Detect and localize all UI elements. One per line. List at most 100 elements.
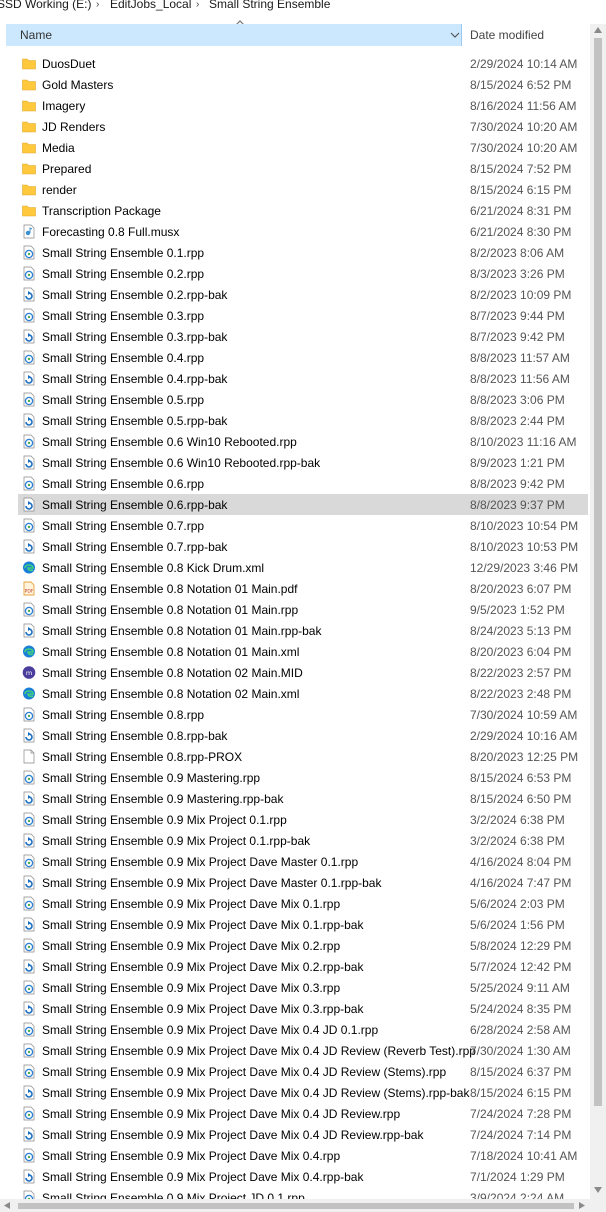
file-row[interactable]: Small String Ensemble 0.5.rpp 8/8/2023 3:… [18,389,588,410]
scroll-left-arrow-icon[interactable] [3,1201,11,1210]
file-row[interactable]: DuosDuet 2/29/2024 10:14 AM [18,53,588,74]
file-row[interactable]: Small String Ensemble 0.8 Notation 01 Ma… [18,620,588,641]
file-date-modified: 8/3/2023 3:26 PM [470,267,565,281]
reaper-backup-icon [22,1169,36,1184]
horizontal-scrollbar[interactable] [0,1199,590,1212]
file-date-modified: 6/21/2024 8:30 PM [470,225,572,239]
file-row[interactable]: Small String Ensemble 0.6 Win10 Rebooted… [18,431,588,452]
file-date-modified: 8/2/2023 8:06 AM [470,246,565,260]
file-name: Small String Ensemble 0.8 Notation 01 Ma… [42,582,298,596]
reaper-project-icon [22,854,36,869]
file-row[interactable]: m Small String Ensemble 0.8 Notation 02 M… [18,662,588,683]
file-date-modified: 9/5/2023 1:52 PM [470,603,565,617]
file-row[interactable]: Small String Ensemble 0.7.rpp-bak 8/10/20… [18,536,588,557]
file-date-modified: 8/10/2023 10:54 PM [470,519,579,533]
file-row[interactable]: Small String Ensemble 0.9 Mix Project Da… [18,1040,588,1061]
breadcrumb-item-current-folder[interactable]: Small String Ensemble [209,0,330,10]
file-name: Small String Ensemble 0.4.rpp-bak [42,372,228,386]
file-name: Small String Ensemble 0.3.rpp [42,309,205,323]
file-row[interactable]: Small String Ensemble 0.9 Mix Project 0.… [18,809,588,830]
file-row[interactable]: Small String Ensemble 0.9 Mix Project Da… [18,851,588,872]
column-header-date-modified[interactable]: Date modified [470,28,544,42]
file-name: Small String Ensemble 0.9 Mix Project Da… [42,1107,401,1121]
file-row[interactable]: Small String Ensemble 0.8 Kick Drum.xml 1… [18,557,588,578]
file-row[interactable]: Small String Ensemble 0.9 Mastering.rpp 8… [18,767,588,788]
file-row[interactable]: Small String Ensemble 0.8 Notation 01 Ma… [18,641,588,662]
file-row[interactable]: Transcription Package 6/21/2024 8:31 PM [18,200,588,221]
file-row[interactable]: Small String Ensemble 0.9 Mix Project Da… [18,998,588,1019]
file-row[interactable]: Small String Ensemble 0.3.rpp-bak 8/7/202… [18,326,588,347]
file-row[interactable]: Small String Ensemble 0.9 Mix Project Da… [18,977,588,998]
file-date-modified: 4/16/2024 8:04 PM [470,855,572,869]
column-header-name[interactable]: Name [6,24,462,46]
file-row[interactable]: Small String Ensemble 0.8.rpp 7/30/2024 1… [18,704,588,725]
file-row[interactable]: Small String Ensemble 0.9 Mix Project Da… [18,1019,588,1040]
file-row[interactable]: Small String Ensemble 0.8 Notation 01 Ma… [18,599,588,620]
file-row[interactable]: Small String Ensemble 0.9 Mix Project Da… [18,1166,588,1187]
file-row[interactable]: Small String Ensemble 0.9 Mix Project Da… [18,935,588,956]
file-row[interactable]: Small String Ensemble 0.6.rpp 8/8/2023 9:… [18,473,588,494]
file-row[interactable]: Small String Ensemble 0.8.rpp-bak 2/29/20… [18,725,588,746]
folder-icon [22,119,36,134]
file-row[interactable]: Small String Ensemble 0.9 Mastering.rpp-… [18,788,588,809]
file-row[interactable]: Gold Masters 8/15/2024 6:52 PM [18,74,588,95]
breadcrumb-item-drive[interactable]: SSD Working (E:) [0,0,91,10]
file-row[interactable]: Small String Ensemble 0.7.rpp 8/10/2023 1… [18,515,588,536]
scroll-right-arrow-icon[interactable] [578,1201,586,1210]
file-row[interactable]: Small String Ensemble 0.9 Mix Project Da… [18,1103,588,1124]
file-name: Small String Ensemble 0.6.rpp-bak [42,498,228,512]
file-row[interactable]: Small String Ensemble 0.9 Mix Project Da… [18,1061,588,1082]
file-row[interactable]: Small String Ensemble 0.9 Mix Project Da… [18,872,588,893]
chevron-down-icon[interactable] [450,31,460,39]
file-row[interactable]: Small String Ensemble 0.6.rpp-bak 8/8/202… [18,494,588,515]
column-header-name-label: Name [20,28,53,42]
file-row[interactable]: Small String Ensemble 0.9 Mix Project Da… [18,914,588,935]
file-date-modified: 8/15/2024 7:52 PM [470,162,572,176]
file-row[interactable]: Small String Ensemble 0.8 Notation 02 Ma… [18,683,588,704]
file-row[interactable]: Small String Ensemble 0.9 Mix Project Da… [18,1124,588,1145]
file-row[interactable]: Small String Ensemble 0.9 Mix Project Da… [18,893,588,914]
file-row[interactable]: Small String Ensemble 0.9 Mix Project Da… [18,1145,588,1166]
file-row[interactable]: Small String Ensemble 0.2.rpp 8/3/2023 3:… [18,263,588,284]
file-row[interactable]: Imagery 8/16/2024 11:56 AM [18,95,588,116]
file-row[interactable]: Small String Ensemble 0.8.rpp-PROX 8/20/2… [18,746,588,767]
breadcrumb-item-editjobs[interactable]: EditJobs_Local [110,0,191,10]
file-name: Transcription Package [42,204,161,218]
file-row[interactable]: Small String Ensemble 0.6 Win10 Rebooted… [18,452,588,473]
file-date-modified: 8/20/2023 12:25 PM [470,750,579,764]
file-name: Small String Ensemble 0.6 Win10 Rebooted… [42,456,321,470]
folder-icon [22,161,36,176]
file-row[interactable]: Small String Ensemble 0.2.rpp-bak 8/2/202… [18,284,588,305]
file-row[interactable]: PDF Small String Ensemble 0.8 Notation 01… [18,578,588,599]
file-row[interactable]: Media 7/30/2024 10:20 AM [18,137,588,158]
file-row[interactable]: Prepared 8/15/2024 7:52 PM [18,158,588,179]
vertical-scrollbar[interactable] [590,24,606,1200]
file-row[interactable]: Small String Ensemble 0.5.rpp-bak 8/8/202… [18,410,588,431]
file-name: Small String Ensemble 0.9 Mix Project Da… [42,1128,424,1142]
horizontal-scroll-thumb[interactable] [18,1203,574,1209]
file-row[interactable]: Small String Ensemble 0.4.rpp 8/8/2023 11… [18,347,588,368]
file-row[interactable]: Forecasting 0.8 Full.musx 6/21/2024 8:30 … [18,221,588,242]
file-row[interactable]: JD Renders 7/30/2024 10:20 AM [18,116,588,137]
file-row[interactable]: Small String Ensemble 0.1.rpp 8/2/2023 8:… [18,242,588,263]
scroll-up-arrow-icon[interactable] [593,26,603,34]
file-row[interactable]: Small String Ensemble 0.9 Mix Project Da… [18,1082,588,1103]
vertical-scroll-thumb[interactable] [594,38,602,1106]
file-row[interactable]: Small String Ensemble 0.9 Mix Project 0.… [18,830,588,851]
breadcrumb-separator-icon: › [96,0,100,10]
reaper-project-icon [22,812,36,827]
reaper-project-icon [22,308,36,323]
reaper-project-icon [22,1106,36,1121]
reaper-backup-icon [22,959,36,974]
file-row[interactable]: Small String Ensemble 0.4.rpp-bak 8/8/202… [18,368,588,389]
file-row[interactable]: Small String Ensemble 0.3.rpp 8/7/2023 9:… [18,305,588,326]
reaper-backup-icon [22,287,36,302]
file-date-modified: 8/10/2023 11:16 AM [470,435,577,449]
blank-file-icon [22,749,36,764]
file-row[interactable]: render 8/15/2024 6:15 PM [18,179,588,200]
midi-file-icon: m [22,665,36,680]
scroll-down-arrow-icon[interactable] [593,1186,603,1194]
svg-text:PDF: PDF [25,589,34,595]
file-row[interactable]: Small String Ensemble 0.9 Mix Project Da… [18,956,588,977]
file-date-modified: 4/16/2024 7:47 PM [470,876,572,890]
